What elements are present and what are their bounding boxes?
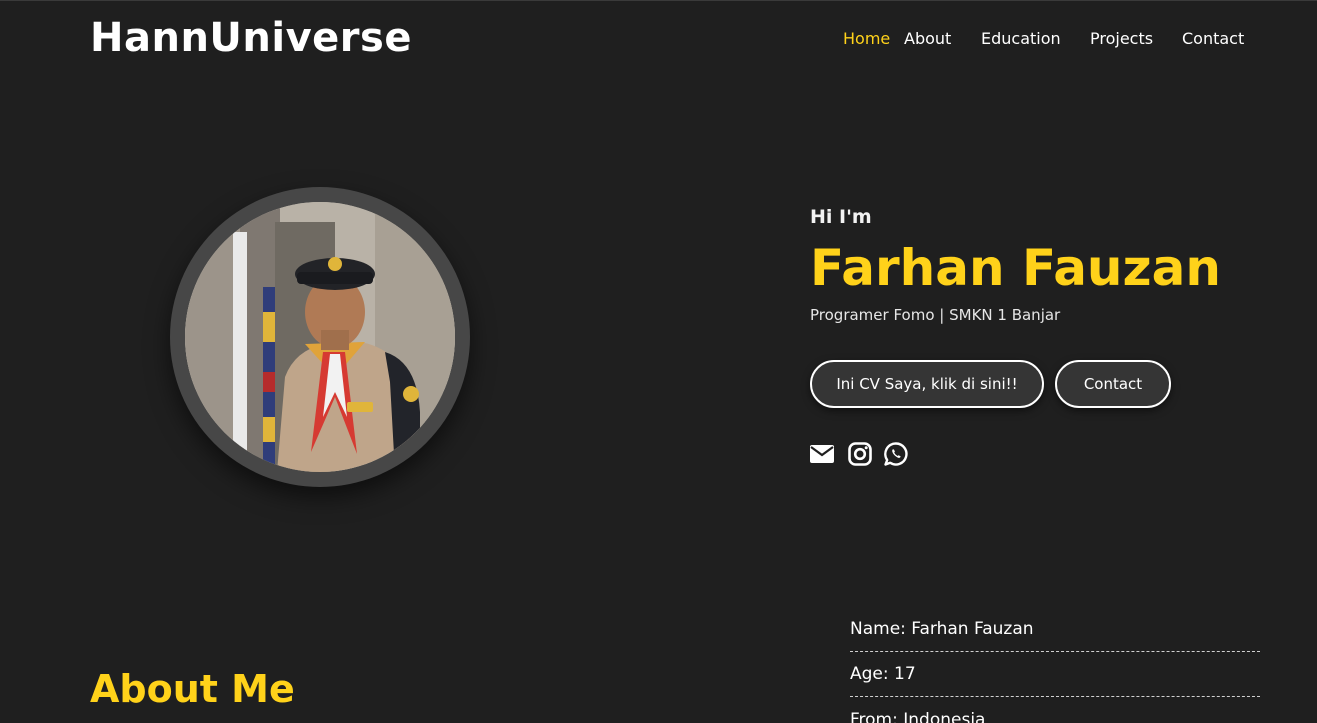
hero-role: Programer Fomo | SMKN 1 Banjar xyxy=(810,306,1061,324)
whatsapp-icon[interactable] xyxy=(883,441,909,467)
about-title: About Me xyxy=(90,667,295,711)
info-age: Age: 17 xyxy=(850,652,1260,697)
page: HannUniverse Home About Education Projec… xyxy=(0,0,1317,723)
profile-photo-frame xyxy=(170,187,470,487)
instagram-icon[interactable] xyxy=(847,441,873,467)
contact-button[interactable]: Contact xyxy=(1055,360,1171,408)
info-name: Name: Farhan Fauzan xyxy=(850,607,1260,652)
info-from: From: Indonesia xyxy=(850,709,986,723)
nav-education[interactable]: Education xyxy=(981,29,1061,48)
nav-about[interactable]: About xyxy=(904,29,951,48)
brand-logo[interactable]: HannUniverse xyxy=(90,15,412,61)
nav-projects[interactable]: Projects xyxy=(1090,29,1153,48)
profile-photo-illustration xyxy=(185,202,455,472)
envelope-icon[interactable] xyxy=(809,441,835,467)
hero-name: Farhan Fauzan xyxy=(810,239,1221,297)
hero-greeting: Hi I'm xyxy=(810,206,872,228)
nav-contact[interactable]: Contact xyxy=(1182,29,1244,48)
personal-info-list: Name: Farhan Fauzan Age: 17 From: Indone… xyxy=(850,607,1260,723)
cv-button[interactable]: Ini CV Saya, klik di sini!! xyxy=(810,360,1044,408)
nav-home[interactable]: Home xyxy=(843,29,890,48)
profile-photo xyxy=(185,202,455,472)
